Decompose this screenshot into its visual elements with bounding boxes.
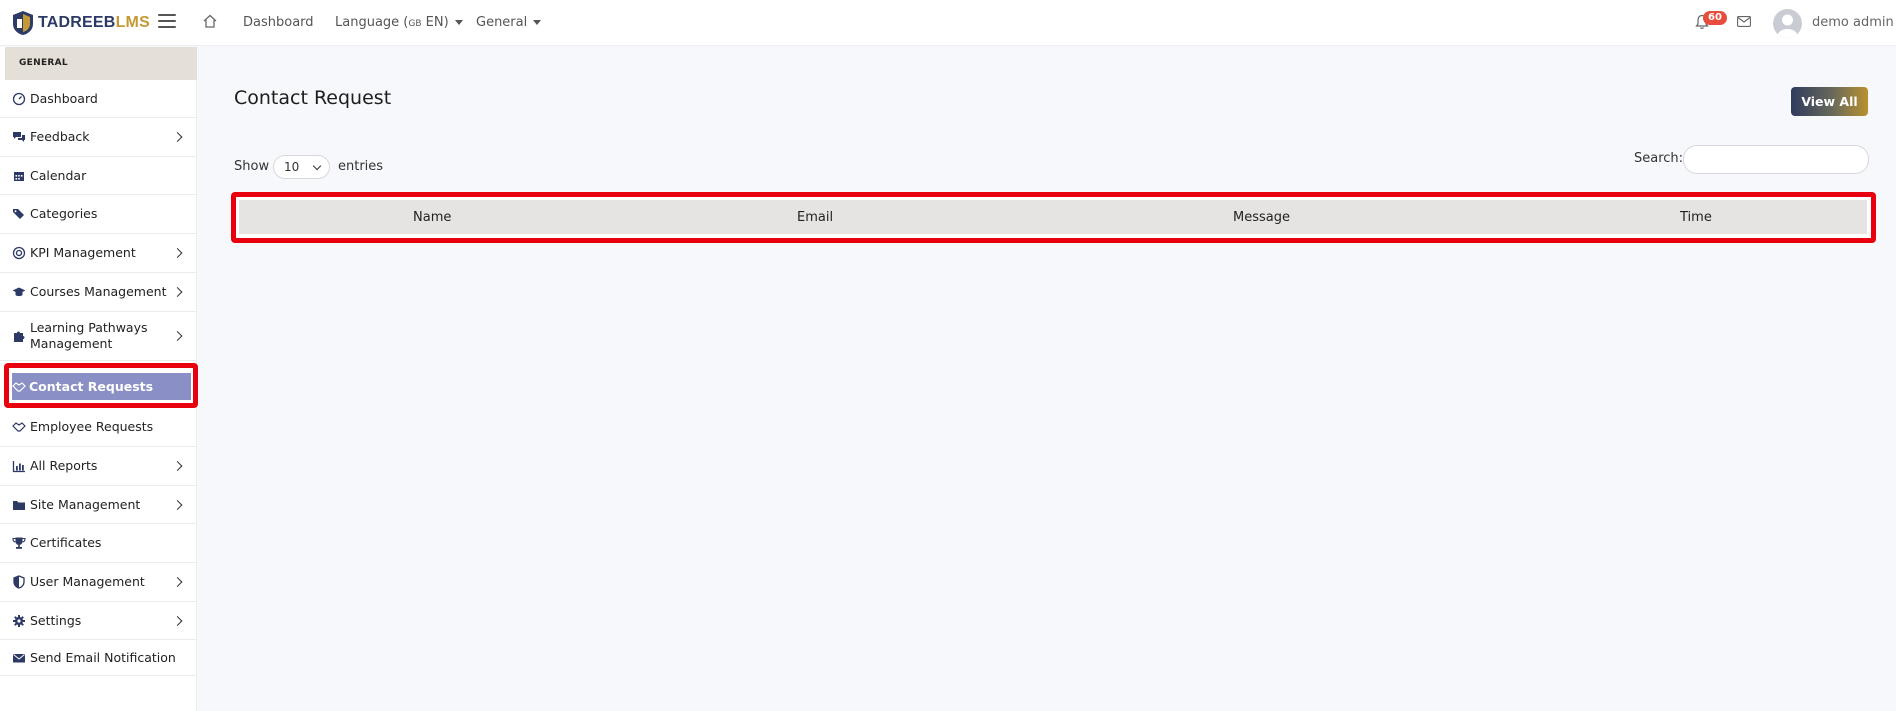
column-header-time[interactable]: Time [1680,210,1712,225]
entries-label: entries [338,159,384,174]
brand-name: TADREEBLMS [38,14,150,31]
app-logo[interactable]: TADREEBLMS [12,9,150,37]
calendar-icon [14,171,24,181]
puzzle-icon [14,331,25,342]
home-icon[interactable] [202,13,218,29]
sidebar-item-certificates[interactable]: Certificates [0,524,197,563]
sidebar-item-send-email-notification[interactable]: Send Email Notification [0,640,197,676]
sidebar-item-feedback[interactable]: Feedback [0,118,197,157]
sidebar-item-site-management[interactable]: Site Management [0,486,197,524]
caret-down-icon [454,20,463,25]
comments-icon [13,132,25,142]
graduation-cap-icon [12,287,26,297]
gb-flag-icon: GB [408,19,422,29]
chevron-right-icon [172,248,183,258]
sidebar-item-categories[interactable]: Categories [0,195,197,234]
sidebar-item-employee-requests[interactable]: Employee Requests [0,408,197,447]
user-avatar[interactable] [1773,9,1802,38]
handshake-icon [12,422,26,432]
chevron-right-icon [172,499,183,510]
language-dropdown[interactable]: Language (GB EN) [335,15,463,30]
user-name[interactable]: demo admin [1812,15,1894,30]
column-header-message[interactable]: Message [1233,210,1290,225]
handshake-icon [12,381,26,392]
sidebar-item-settings[interactable]: Settings [0,602,197,640]
sidebar-section-header: GENERAL [5,47,197,80]
page-title: Contact Request [234,87,392,109]
sidebar-item-calendar[interactable]: Calendar [0,157,197,195]
trophy-icon [12,537,26,549]
search-input[interactable] [1683,145,1869,174]
envelope-icon [13,653,25,662]
folder-icon [13,500,25,510]
chevron-right-icon [172,577,183,587]
logo-shield-icon [13,11,33,35]
caret-down-icon [533,20,542,25]
mail-icon[interactable] [1737,16,1751,27]
general-dropdown[interactable]: General [476,15,542,30]
table-header: Name Email Message Time [239,200,1867,234]
search-label: Search: [1634,151,1684,166]
chevron-down-icon [312,161,322,171]
sidebar-item-user-management[interactable]: User Management [0,563,197,602]
chevron-right-icon [172,287,183,297]
show-label: Show [234,159,270,174]
target-icon [12,246,26,260]
column-header-name[interactable]: Name [413,210,451,225]
chevron-right-icon [172,331,183,341]
sidebar-item-courses-management[interactable]: Courses Management [0,273,197,312]
sidebar-item-kpi-management[interactable]: KPI Management [0,234,197,273]
sidebar-item-contact-requests[interactable]: Contact Requests [12,373,191,400]
tags-icon [13,209,24,219]
shield-icon [13,575,25,589]
sidebar-item-dashboard[interactable]: Dashboard [0,80,197,118]
chevron-right-icon [172,132,183,142]
view-all-button[interactable]: View All [1791,87,1868,116]
top-navbar: TADREEBLMS Dashboard Language (GB EN) Ge… [0,0,1896,46]
entries-per-page-select[interactable]: 10 [273,155,330,179]
sidebar-item-learning-pathways[interactable]: Learning Pathways Management [0,312,197,361]
notification-badge: 60 [1703,11,1727,25]
nav-dashboard-link[interactable]: Dashboard [243,15,314,30]
gear-icon [13,614,25,627]
chevron-right-icon [172,461,183,471]
column-header-email[interactable]: Email [797,210,833,225]
gauge-icon [12,92,26,105]
bar-chart-icon [12,461,25,473]
menu-toggle-icon[interactable] [158,14,176,30]
chevron-right-icon [172,615,183,626]
sidebar-item-all-reports[interactable]: All Reports [0,447,197,486]
